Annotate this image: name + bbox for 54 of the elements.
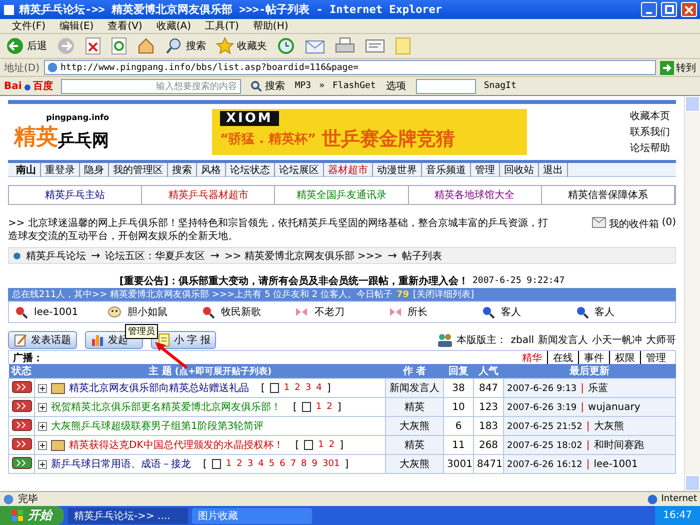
- banner-slogan: 世乒赛金牌竞猜: [322, 127, 456, 152]
- column-header: 作 者: [386, 364, 444, 378]
- bracket: ]: [337, 402, 342, 412]
- bracket: [: [295, 440, 300, 450]
- separator: |: [586, 440, 590, 451]
- update-time: 2007-6-25 18:02: [507, 441, 582, 451]
- view-count: 268: [474, 436, 504, 454]
- bracket: [: [293, 402, 297, 412]
- bracket: ]: [344, 458, 349, 470]
- bracket: ]: [340, 440, 344, 450]
- moderators-label: 本版版主：: [456, 334, 507, 347]
- online-stats: 总在线211人，其中>> 精英爱博北京网友俱乐部 >>>上共有 5 位乒友和 2 位客人。今日帖子: [12, 288, 393, 301]
- view-count: 123: [474, 398, 504, 416]
- bracket: [: [203, 458, 207, 470]
- broadcast-label: 广播：: [13, 351, 43, 364]
- view-count: 8471: [474, 454, 504, 474]
- breadcrumb-arrow: →: [210, 249, 220, 262]
- column-header: 最后更新: [504, 364, 676, 378]
- reply-count: 11: [444, 436, 474, 454]
- reply-count: 38: [444, 378, 474, 398]
- bracket: [: [261, 382, 265, 394]
- site-domain: pingpang.info: [46, 112, 109, 122]
- bracket: ]: [326, 382, 331, 394]
- reply-count: 3001: [444, 454, 474, 474]
- brand-logo: XIOM: [220, 111, 279, 126]
- status-text: 完毕: [18, 492, 38, 506]
- update-time: 2007-6-26 9:13: [507, 384, 577, 394]
- banner-title: “骄猛 . 精英杯”: [220, 131, 316, 148]
- intro-text: >> 北京球迷温馨的网上乒乓俱乐部！坚持特色和宗旨领先，依托精英乒乓坚固的网络基础，整合京城丰富的乒乓资源，打造球友交流的互动平台，开创网友娱乐的全新天地。: [8, 217, 548, 243]
- inbox-count: (0): [662, 217, 676, 228]
- update-time: 2007-6-25 21:52: [507, 422, 582, 432]
- breadcrumb-arrow: →: [91, 249, 100, 262]
- separator: |: [580, 383, 584, 394]
- address-label: 地址(D): [4, 62, 40, 74]
- tooltip: 管理员: [125, 324, 158, 339]
- column-header: 回复: [444, 364, 474, 378]
- view-count: 183: [474, 416, 504, 436]
- separator: |: [586, 421, 590, 432]
- update-time: 2007-6-26 16:12: [507, 460, 582, 470]
- column-header: 状态: [8, 364, 34, 378]
- update-time: 2007-6-26 3:19: [507, 402, 577, 412]
- separator: |: [580, 402, 584, 412]
- view-count: 847: [474, 378, 504, 398]
- clock: 16:47: [663, 510, 692, 521]
- user-name: 南山: [12, 162, 41, 176]
- reply-count: 10: [444, 398, 474, 416]
- column-header: 人气: [474, 364, 504, 378]
- breadcrumb-arrow: →: [388, 249, 397, 262]
- today-count: 79: [396, 290, 410, 300]
- zone-text: Internet: [661, 494, 697, 504]
- announcement-time: 2007-6-25 9:22:47: [472, 276, 565, 286]
- window-title: 精英乒乓论坛->> 精英爱博北京网友俱乐部 >>>-帖子列表 - Internet Explorer: [19, 2, 444, 17]
- separator: |: [586, 458, 590, 470]
- reply-count: 6: [444, 416, 474, 436]
